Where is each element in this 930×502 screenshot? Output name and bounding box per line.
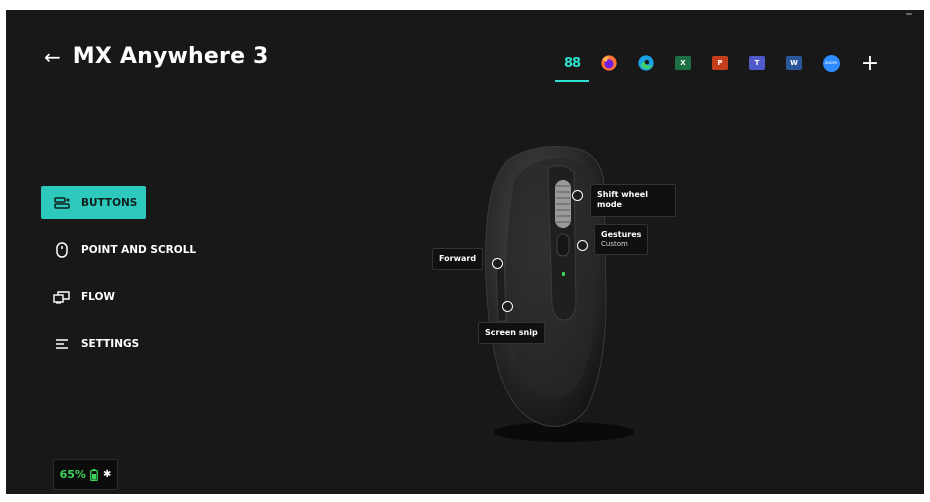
plus-icon: + xyxy=(860,50,880,76)
settings-lines-icon xyxy=(53,335,71,353)
battery-icon xyxy=(90,468,98,481)
forward-hotspot[interactable] xyxy=(492,258,503,269)
add-app-button[interactable]: + xyxy=(857,50,883,76)
gestures-label: Gestures xyxy=(601,230,642,239)
forward-callout[interactable]: Forward xyxy=(432,248,484,271)
nav-settings-label: SETTINGS xyxy=(81,337,140,350)
powerpoint-icon: P xyxy=(712,56,728,70)
nav-point-scroll[interactable]: POINT AND SCROLL xyxy=(41,233,201,266)
edge-app[interactable] xyxy=(633,50,659,76)
teams-icon: T xyxy=(749,56,765,70)
app-window: – ← MX Anywhere 3 88 X P T W zoom + BUTT… xyxy=(6,10,924,494)
buttons-icon xyxy=(53,194,71,212)
side-nav: BUTTONS POINT AND SCROLL FLOW SETTINGS xyxy=(41,186,201,374)
nav-flow[interactable]: FLOW xyxy=(41,280,146,313)
flow-icon xyxy=(53,288,71,306)
battery-status: 65% ✱ xyxy=(53,459,118,490)
screen-snip-callout[interactable]: Screen snip xyxy=(478,322,545,345)
zoom-icon: zoom xyxy=(822,54,840,72)
nav-buttons[interactable]: BUTTONS xyxy=(41,186,146,219)
nav-settings[interactable]: SETTINGS xyxy=(41,327,146,360)
battery-percent: 65% xyxy=(59,468,86,481)
app-switcher: 88 X P T W zoom + xyxy=(555,48,894,82)
nav-point-scroll-label: POINT AND SCROLL xyxy=(81,243,197,256)
header: ← MX Anywhere 3 xyxy=(44,44,269,69)
firefox-icon xyxy=(601,55,617,71)
all-apps-tab[interactable]: 88 xyxy=(555,50,589,82)
zoom-app[interactable]: zoom xyxy=(818,50,844,76)
forward-label: Forward xyxy=(439,254,477,263)
device-title: MX Anywhere 3 xyxy=(72,44,269,69)
screen-snip-hotspot[interactable] xyxy=(502,301,513,312)
gestures-hotspot[interactable] xyxy=(577,240,588,251)
gestures-callout[interactable]: Gestures Custom xyxy=(594,224,649,256)
shift-wheel-hotspot[interactable] xyxy=(572,190,583,201)
gestures-sublabel: Custom xyxy=(601,240,628,249)
mouse-icon xyxy=(53,241,71,259)
firefox-app[interactable] xyxy=(596,50,622,76)
screen-snip-label: Screen snip xyxy=(485,328,538,337)
nav-flow-label: FLOW xyxy=(81,290,115,303)
powerpoint-app[interactable]: P xyxy=(707,50,733,76)
minimize-button[interactable]: – xyxy=(902,10,916,22)
excel-icon: X xyxy=(675,56,691,70)
teams-app[interactable]: T xyxy=(744,50,770,76)
shift-wheel-callout[interactable]: Shift wheel mode xyxy=(590,184,676,217)
word-icon: W xyxy=(786,56,802,70)
all-apps-icon: 88 xyxy=(563,55,581,71)
excel-app[interactable]: X xyxy=(670,50,696,76)
mouse-illustration: Shift wheel mode Gestures Custom Forward… xyxy=(432,140,676,450)
shift-wheel-label: Shift wheel mode xyxy=(597,190,648,210)
back-arrow-icon[interactable]: ← xyxy=(44,47,61,67)
word-app[interactable]: W xyxy=(781,50,807,76)
nav-buttons-label: BUTTONS xyxy=(81,196,138,209)
bluetooth-icon: ✱ xyxy=(102,469,112,480)
edge-icon xyxy=(638,55,654,71)
